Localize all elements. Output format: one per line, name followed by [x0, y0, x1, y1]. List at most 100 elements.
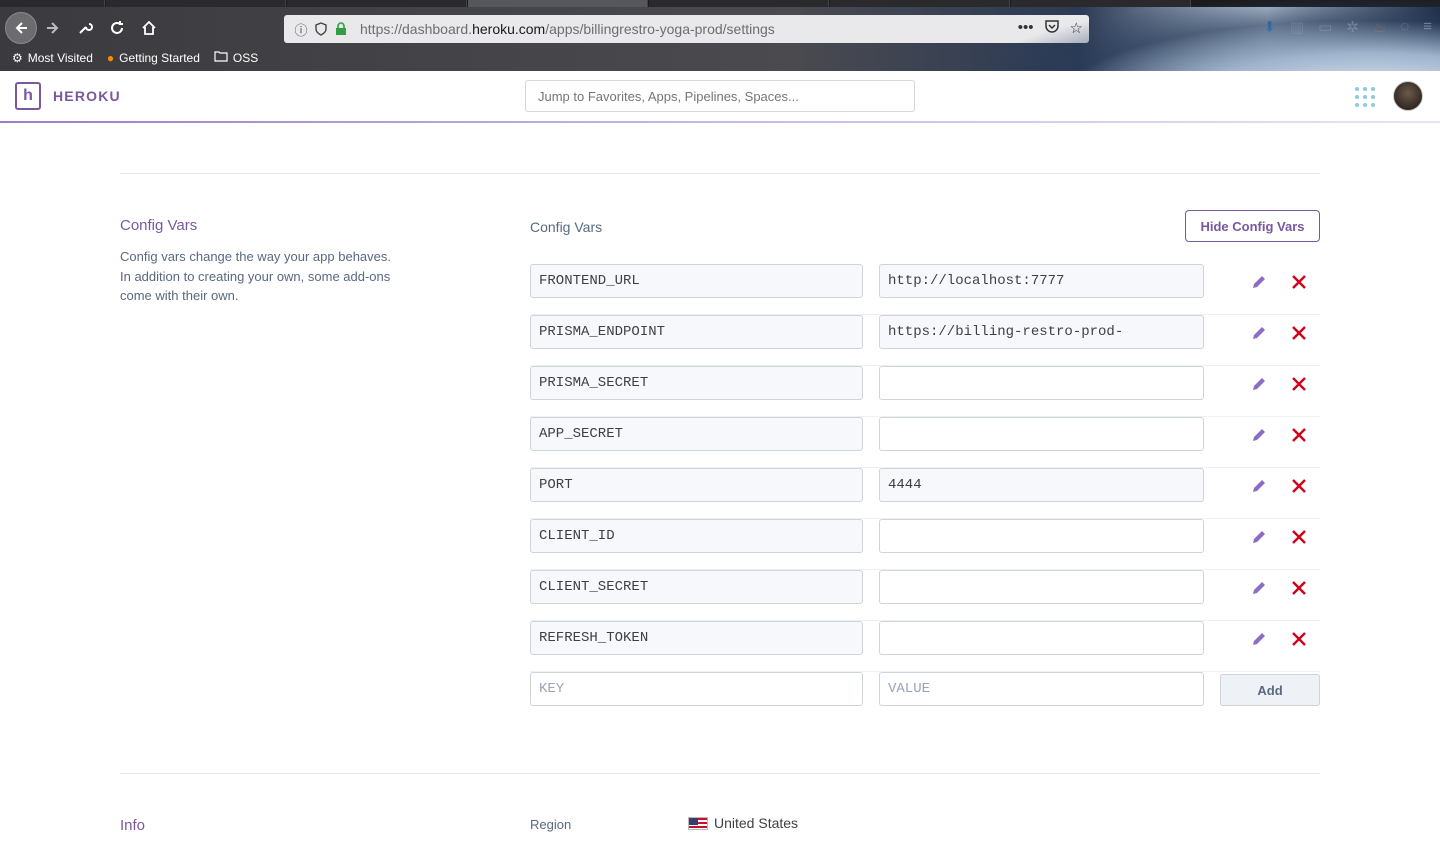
- arrow-left-icon: [15, 22, 27, 34]
- info-icon[interactable]: ⓘ: [292, 20, 310, 38]
- sidebar-icon[interactable]: ▭: [1318, 18, 1332, 36]
- menu-icon[interactable]: ≡: [1423, 18, 1432, 36]
- delete-x-icon[interactable]: [1288, 271, 1310, 293]
- download-icon[interactable]: ⬇: [1263, 18, 1276, 36]
- lock-icon[interactable]: [332, 20, 350, 38]
- add-config-var-button[interactable]: Add: [1220, 674, 1320, 706]
- config-key-field[interactable]: APP_SECRET: [530, 417, 863, 451]
- url-text[interactable]: https://dashboard.heroku.com/apps/billin…: [360, 21, 775, 37]
- config-var-row: CLIENT_SECRET: [530, 570, 1320, 621]
- config-var-row: CLIENT_ID: [530, 519, 1320, 570]
- browser-tab[interactable]: [1011, 0, 1191, 7]
- heroku-logo-icon[interactable]: h: [15, 82, 41, 110]
- edit-pencil-icon[interactable]: [1248, 322, 1270, 344]
- delete-x-icon[interactable]: [1288, 628, 1310, 650]
- wrench-icon[interactable]: [71, 14, 99, 42]
- edit-pencil-icon[interactable]: [1248, 373, 1270, 395]
- bookmark-item[interactable]: ⚙ Most Visited: [12, 51, 93, 65]
- pocket-icon[interactable]: [1044, 19, 1060, 38]
- reload-button[interactable]: [103, 14, 131, 42]
- forward-button[interactable]: [39, 14, 67, 42]
- config-value-field[interactable]: https://billing-restro-prod-: [879, 315, 1204, 349]
- config-key-field[interactable]: CLIENT_ID: [530, 519, 863, 553]
- config-var-row: FRONTEND_URL http://localhost:7777: [530, 264, 1320, 315]
- config-value-field[interactable]: 4444: [879, 468, 1204, 502]
- browser-chrome: ⓘ https://dashboard.heroku.com/apps/bill…: [0, 0, 1440, 71]
- config-key-field[interactable]: REFRESH_TOKEN: [530, 621, 863, 655]
- region-value: United States: [688, 815, 798, 831]
- config-value-field-masked[interactable]: [879, 417, 1204, 451]
- config-value-field-masked[interactable]: [879, 570, 1204, 604]
- delete-x-icon[interactable]: [1288, 424, 1310, 446]
- config-var-row: PORT 4444: [530, 468, 1320, 519]
- config-var-row: PRISMA_ENDPOINT https://billing-restro-p…: [530, 315, 1320, 366]
- new-value-input[interactable]: VALUE: [879, 672, 1204, 706]
- browser-tab[interactable]: [106, 0, 286, 7]
- delete-x-icon[interactable]: [1288, 322, 1310, 344]
- brand-name[interactable]: HEROKU: [53, 88, 121, 104]
- config-value-field-masked[interactable]: [879, 519, 1204, 553]
- browser-tab[interactable]: [830, 0, 1010, 7]
- region-label: Region: [530, 817, 572, 832]
- avatar[interactable]: [1393, 81, 1423, 111]
- edit-pencil-icon[interactable]: [1248, 424, 1270, 446]
- tab-strip: [0, 0, 1440, 7]
- browser-tab-active[interactable]: [468, 0, 648, 7]
- browser-tab[interactable]: [287, 0, 467, 7]
- search-input[interactable]: [525, 80, 915, 112]
- folder-icon: [214, 51, 228, 65]
- star-icon[interactable]: ☆: [1070, 19, 1083, 38]
- toolbar-extensions: ⬇ ▥ ▭ ✲ ♨ ◌ ≡: [1263, 18, 1432, 36]
- browser-tab[interactable]: [0, 0, 105, 7]
- delete-x-icon[interactable]: [1288, 475, 1310, 497]
- page-actions-icon[interactable]: •••: [1018, 19, 1034, 38]
- config-vars-list: FRONTEND_URL http://localhost:7777 PRISM…: [530, 264, 1320, 723]
- config-key-field[interactable]: FRONTEND_URL: [530, 264, 863, 298]
- delete-x-icon[interactable]: [1288, 577, 1310, 599]
- config-key-field[interactable]: PORT: [530, 468, 863, 502]
- bookmarks-bar: ⚙ Most Visited ● Getting Started OSS: [0, 48, 258, 68]
- hide-config-vars-button[interactable]: Hide Config Vars: [1185, 210, 1320, 242]
- edit-pencil-icon[interactable]: [1248, 271, 1270, 293]
- config-section-title: Config Vars: [120, 217, 198, 234]
- apps-grid-icon[interactable]: [1355, 87, 1375, 107]
- browser-tab[interactable]: [649, 0, 829, 7]
- section-divider: [120, 173, 1320, 174]
- address-bar[interactable]: ⓘ https://dashboard.heroku.com/apps/bill…: [284, 15, 1089, 43]
- config-value-field-masked[interactable]: [879, 366, 1204, 400]
- delete-x-icon[interactable]: [1288, 373, 1310, 395]
- config-key-field[interactable]: PRISMA_ENDPOINT: [530, 315, 863, 349]
- edit-pencil-icon[interactable]: [1248, 577, 1270, 599]
- app-header: h HEROKU: [0, 71, 1440, 123]
- config-var-row: REFRESH_TOKEN: [530, 621, 1320, 672]
- bookmark-item[interactable]: ● Getting Started: [107, 51, 200, 65]
- gear-icon: ⚙: [12, 51, 23, 65]
- edit-pencil-icon[interactable]: [1248, 475, 1270, 497]
- info-section-title: Info: [120, 817, 146, 834]
- new-config-var-row: KEY VALUE Add: [530, 672, 1320, 723]
- extension-icon[interactable]: ✲: [1346, 18, 1359, 36]
- library-icon[interactable]: ▥: [1290, 18, 1304, 36]
- new-key-input[interactable]: KEY: [530, 672, 863, 706]
- config-value-field[interactable]: http://localhost:7777: [879, 264, 1204, 298]
- bookmark-folder[interactable]: OSS: [214, 51, 258, 65]
- config-var-row: APP_SECRET: [530, 417, 1320, 468]
- shield-icon[interactable]: [312, 20, 330, 38]
- config-key-field[interactable]: PRISMA_SECRET: [530, 366, 863, 400]
- config-key-field[interactable]: CLIENT_SECRET: [530, 570, 863, 604]
- us-flag-icon: [688, 816, 708, 830]
- config-vars-heading: Config Vars: [530, 219, 603, 235]
- home-button[interactable]: [135, 14, 163, 42]
- config-section-description: Config vars change the way your app beha…: [120, 249, 392, 303]
- firefox-icon: ●: [106, 51, 115, 65]
- config-var-row: PRISMA_SECRET: [530, 366, 1320, 417]
- back-button[interactable]: [5, 12, 37, 44]
- home-icon: [142, 20, 156, 35]
- account-icon[interactable]: ◌: [1400, 18, 1409, 36]
- edit-pencil-icon[interactable]: [1248, 526, 1270, 548]
- flame-icon[interactable]: ♨: [1373, 18, 1386, 36]
- edit-pencil-icon[interactable]: [1248, 628, 1270, 650]
- settings-main: Config Vars Config vars change the way y…: [0, 125, 1440, 852]
- delete-x-icon[interactable]: [1288, 526, 1310, 548]
- config-value-field-masked[interactable]: [879, 621, 1204, 655]
